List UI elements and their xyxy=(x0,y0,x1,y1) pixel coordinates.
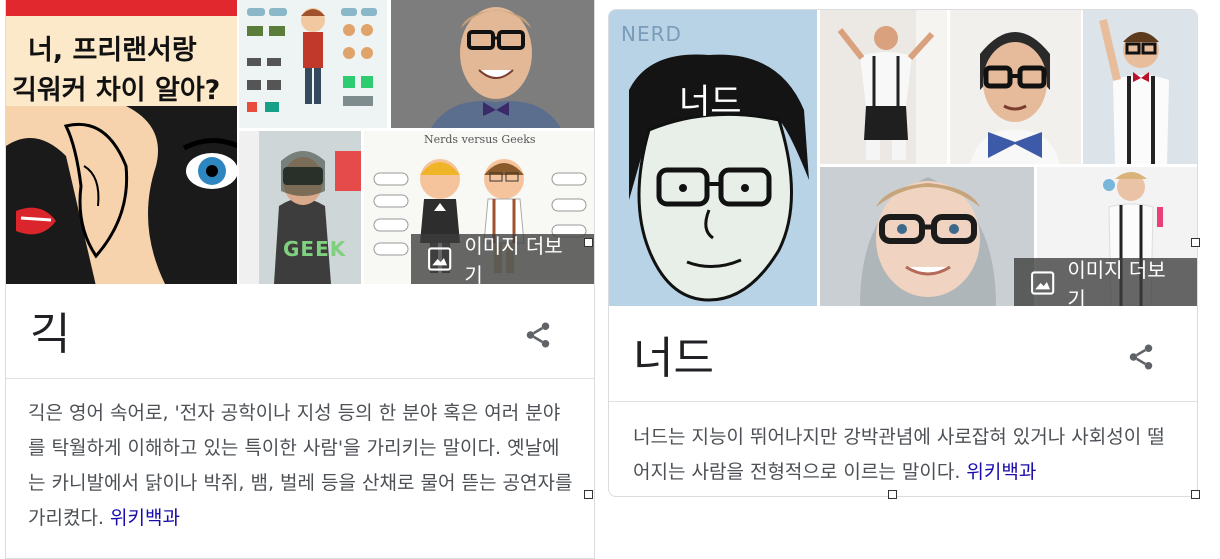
pointing-nerd-photo xyxy=(1083,10,1197,164)
man-with-glasses-photo xyxy=(391,0,594,128)
share-icon[interactable] xyxy=(523,320,553,350)
character-sheet-illustration xyxy=(247,8,377,112)
entity-title: 긱 xyxy=(30,309,71,360)
image-tile-man-glasses[interactable] xyxy=(391,0,594,128)
image-tile-pointing-nerd[interactable] xyxy=(1083,10,1197,164)
whispering-woman-illustration xyxy=(6,106,237,284)
entity-description: 긱은 영어 속어로, '전자 공학이나 지성 등의 한 분야 혹은 여러 분야를… xyxy=(28,396,576,536)
description-text: 너드는 지능이 뛰어나지만 강박관념에 사로잡혀 있거나 사회성이 떨어지는 사… xyxy=(633,426,1165,483)
book-cover-illustration xyxy=(629,54,809,302)
divider xyxy=(6,378,594,379)
vr-geek-photo xyxy=(239,131,361,284)
image-tile-bowtie-man[interactable] xyxy=(950,10,1081,164)
suspenders-kid-photo xyxy=(820,10,947,164)
wikipedia-source-link[interactable]: 위키백과 xyxy=(966,461,1036,483)
more-images-label: 이미지 더보기 xyxy=(464,234,563,284)
image-tile-suspenders-kid[interactable] xyxy=(820,10,947,164)
selection-handle[interactable] xyxy=(584,238,593,247)
more-images-button[interactable]: 이미지 더보기 xyxy=(1014,258,1197,306)
image-tile-vr-geek[interactable]: GEEK xyxy=(239,131,361,284)
bowtie-man-photo xyxy=(950,10,1081,164)
wikipedia-source-link[interactable]: 위키백과 xyxy=(110,507,180,529)
image-gallery: NERD 너드 이미지 더보기 xyxy=(609,10,1197,306)
selection-handle[interactable] xyxy=(1191,238,1200,247)
book-title: 너드 xyxy=(679,82,742,122)
geek-shirt-text: GEEK xyxy=(283,237,347,261)
image-tile-book-cover[interactable]: NERD 너드 xyxy=(609,10,817,306)
poster-text-line2: 긱워커 차이 알아? xyxy=(12,75,221,106)
more-images-button[interactable]: 이미지 더보기 xyxy=(411,234,594,284)
knowledge-card-geek: 너, 프리랜서랑 긱워커 차이 알아? GEEK Nerds versus Ge… xyxy=(5,0,595,559)
image-tile-character-sheet[interactable] xyxy=(239,0,387,128)
more-images-label: 이미지 더보기 xyxy=(1067,258,1166,306)
girl-with-glasses-photo xyxy=(820,167,1034,306)
entity-description: 너드는 지능이 뛰어나지만 강박관념에 사로잡혀 있거나 사회성이 떨어지는 사… xyxy=(633,420,1178,490)
selection-handle[interactable] xyxy=(584,490,593,499)
divider xyxy=(609,401,1197,402)
nerds-geeks-caption: Nerds versus Geeks xyxy=(424,133,536,146)
selection-handle[interactable] xyxy=(888,490,897,499)
image-icon xyxy=(428,247,452,271)
poster-text-line1: 너, 프리랜서랑 xyxy=(28,35,197,66)
image-gallery: 너, 프리랜서랑 긱워커 차이 알아? GEEK Nerds versus Ge… xyxy=(6,0,594,284)
share-icon[interactable] xyxy=(1126,342,1156,372)
entity-title: 너드 xyxy=(633,333,714,384)
image-tile-girl-glasses[interactable] xyxy=(820,167,1034,306)
image-icon xyxy=(1031,271,1055,295)
selection-handle[interactable] xyxy=(1191,490,1200,499)
image-tile-poster[interactable]: 너, 프리랜서랑 긱워커 차이 알아? xyxy=(6,0,237,284)
knowledge-card-nerd: NERD 너드 이미지 더보기 너드 너드는 지능이 뛰어나지만 강박관념에 사… xyxy=(608,9,1198,497)
